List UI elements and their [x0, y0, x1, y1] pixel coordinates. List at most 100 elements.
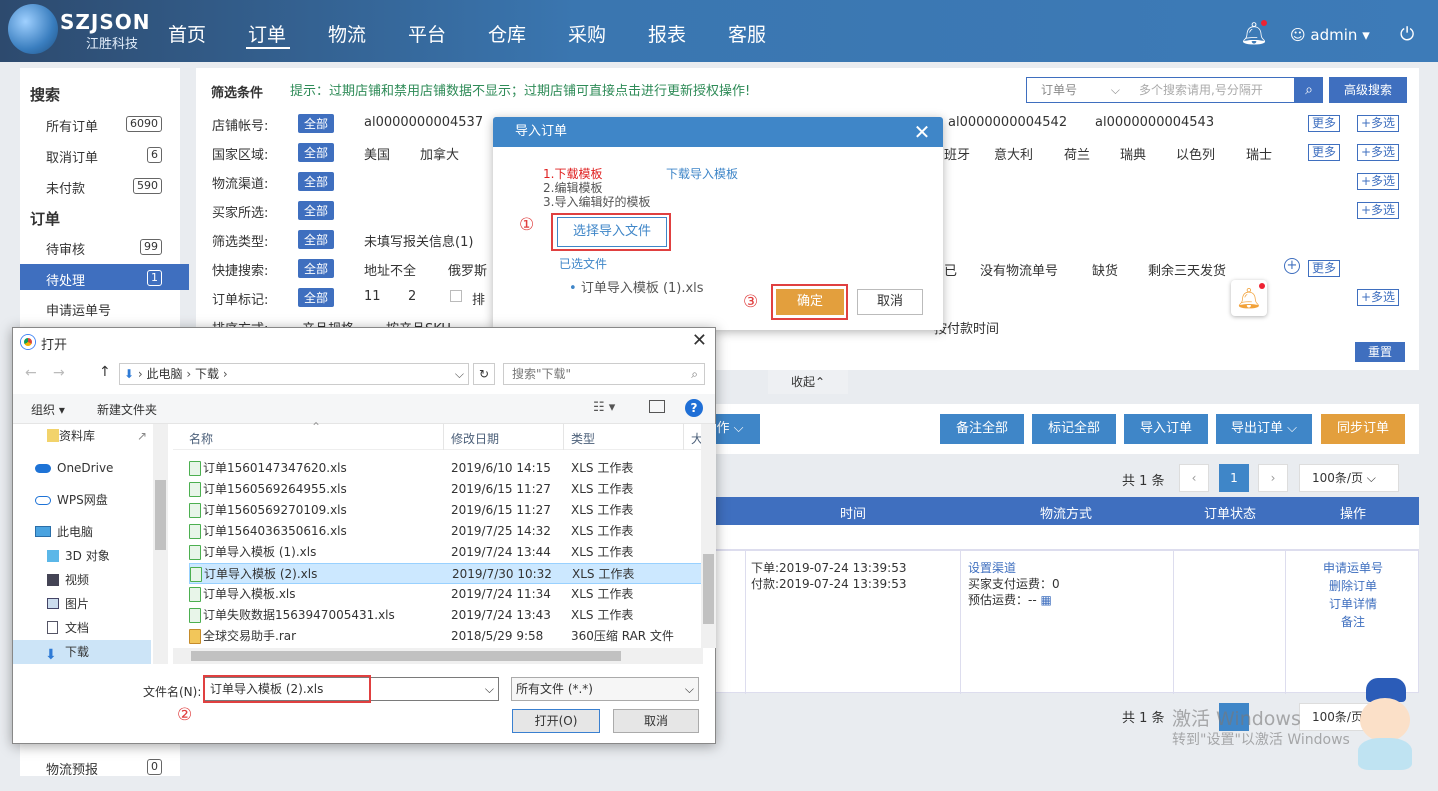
- nav-scrollbar[interactable]: [153, 424, 168, 664]
- download-template-link[interactable]: 下载导入模板: [666, 165, 738, 182]
- nav-wps-cloud[interactable]: WPS网盘: [13, 488, 153, 512]
- remark-all-button[interactable]: 备注全部: [940, 414, 1024, 444]
- breadcrumb-downloads[interactable]: 下载: [195, 367, 219, 381]
- filter-option[interactable]: 缺货: [1092, 260, 1118, 279]
- nav-home[interactable]: 首页: [168, 20, 206, 47]
- filter-all-buyer[interactable]: 全部: [298, 201, 335, 220]
- file-row[interactable]: 订单1560569270109.xls 2019/6/15 11:27 XLS 工作…: [189, 500, 707, 521]
- sidebar-item-all-orders[interactable]: 所有订单 6090: [46, 116, 180, 135]
- sidebar-item-cancelled[interactable]: 取消订单 6: [46, 147, 180, 166]
- power-icon[interactable]: ⏻: [1400, 24, 1414, 45]
- cancel-button[interactable]: 取消: [613, 709, 699, 733]
- apply-waybill-link[interactable]: 申请运单号: [1323, 559, 1383, 576]
- search-downloads-input[interactable]: 搜索"下载" ⌕: [503, 363, 705, 385]
- file-row[interactable]: 订单1564036350616.xls 2019/7/25 14:32 XLS 工作…: [189, 521, 707, 542]
- sidebar-item-to-process[interactable]: 待处理 1: [46, 270, 180, 289]
- sidebar-item-pending-review[interactable]: 待审核 99: [46, 239, 180, 258]
- more-button[interactable]: 更多: [1308, 260, 1341, 277]
- add-circle-icon[interactable]: +: [1284, 258, 1300, 274]
- view-options-icon[interactable]: ☷ ▾: [593, 400, 615, 415]
- filter-option[interactable]: 已: [944, 260, 957, 279]
- filter-all-channel[interactable]: 全部: [298, 172, 335, 191]
- nav-orders[interactable]: 订单: [248, 20, 286, 47]
- up-arrow-icon[interactable]: ↑: [99, 364, 111, 380]
- forward-arrow-icon[interactable]: →: [53, 365, 65, 381]
- confirm-button[interactable]: 确定: [776, 289, 844, 315]
- user-menu[interactable]: ☺ admin ▾: [1290, 26, 1370, 44]
- filter-option[interactable]: 美国: [364, 144, 390, 163]
- filter-option[interactable]: 2: [408, 289, 416, 304]
- filter-all-quick[interactable]: 全部: [298, 259, 335, 278]
- filter-all-mark[interactable]: 全部: [298, 288, 335, 307]
- order-details-link[interactable]: 订单详情: [1329, 595, 1377, 612]
- filter-option[interactable]: 瑞典: [1120, 144, 1146, 163]
- nav-service[interactable]: 客服: [728, 20, 766, 47]
- open-button[interactable]: 打开(O): [512, 709, 600, 733]
- address-bar[interactable]: ⬇ › 此电脑 › 下载 › ⌵: [119, 363, 469, 385]
- close-icon[interactable]: ✕: [911, 121, 933, 143]
- remark-link[interactable]: 备注: [1341, 613, 1365, 630]
- filetype-select[interactable]: 所有文件 (*.*) ⌵: [511, 677, 699, 701]
- collapse-button[interactable]: 收起⌃: [768, 370, 848, 394]
- next-page-button[interactable]: ›: [1258, 464, 1288, 492]
- file-row[interactable]: 订单导入模板.xls 2019/7/24 11:34 XLS 工作表: [189, 584, 707, 605]
- sync-orders-button[interactable]: 同步订单: [1321, 414, 1405, 444]
- more-button[interactable]: 更多: [1308, 115, 1341, 132]
- breadcrumb-this-pc[interactable]: 此电脑: [147, 367, 183, 381]
- filter-option[interactable]: 意大利: [994, 144, 1033, 163]
- reset-button[interactable]: 重置: [1355, 342, 1405, 362]
- chevron-down-icon[interactable]: ⌵: [455, 364, 464, 384]
- file-list-vscrollbar[interactable]: [701, 424, 716, 648]
- nav-downloads[interactable]: ⬇ 下载: [13, 640, 151, 664]
- cancel-button[interactable]: 取消: [857, 289, 923, 315]
- filter-option[interactable]: 地址不全: [364, 260, 416, 279]
- file-row[interactable]: 订单1560569264955.xls 2019/6/15 11:27 XLS 工作…: [189, 479, 707, 500]
- nav-purchase[interactable]: 采购: [568, 20, 606, 47]
- page-number[interactable]: 1: [1219, 464, 1249, 492]
- filter-option[interactable]: al0000000004537: [364, 115, 483, 130]
- filter-option[interactable]: 俄罗斯: [448, 260, 487, 279]
- nav-library[interactable]: 资料库 ↗: [13, 424, 153, 448]
- chevron-down-icon[interactable]: ⌵: [485, 678, 494, 700]
- page-size-select[interactable]: 100条/页 ⌵: [1299, 464, 1399, 492]
- filter-option[interactable]: 以色列: [1176, 144, 1215, 163]
- multi-select-button[interactable]: +多选: [1357, 202, 1400, 219]
- sidebar-item-logistics-forecast[interactable]: 物流预报 0: [46, 759, 180, 778]
- nav-onedrive[interactable]: OneDrive: [13, 456, 153, 480]
- filter-checkbox[interactable]: [450, 290, 462, 302]
- prev-page-button[interactable]: ‹: [1179, 464, 1209, 492]
- advanced-search-button[interactable]: 高级搜索: [1329, 77, 1407, 103]
- multi-select-button[interactable]: +多选: [1357, 144, 1400, 161]
- filter-all-shop[interactable]: 全部: [298, 114, 335, 133]
- filter-all-country[interactable]: 全部: [298, 143, 335, 162]
- multi-select-button[interactable]: +多选: [1357, 115, 1400, 132]
- filter-option[interactable]: 按付款时间: [934, 318, 999, 337]
- export-orders-button[interactable]: 导出订单 ⌵: [1216, 414, 1312, 444]
- multi-select-button[interactable]: +多选: [1357, 289, 1400, 306]
- bell-icon[interactable]: 🔔︎: [1240, 22, 1268, 47]
- filter-option[interactable]: 排: [472, 289, 485, 308]
- nav-reports[interactable]: 报表: [648, 20, 686, 47]
- search-button[interactable]: ⌕: [1295, 77, 1323, 103]
- set-channel-link[interactable]: 设置渠道: [968, 559, 1016, 576]
- search-input[interactable]: 多个搜索请用,号分隔开: [1125, 77, 1295, 103]
- close-icon[interactable]: ✕: [692, 330, 707, 351]
- nav-logistics[interactable]: 物流: [328, 20, 366, 47]
- refresh-icon[interactable]: ↻: [473, 363, 495, 385]
- filter-option[interactable]: 未填写报关信息(1): [364, 231, 473, 250]
- filter-option[interactable]: 荷兰: [1064, 144, 1090, 163]
- help-icon[interactable]: ?: [685, 399, 703, 417]
- file-row-selected[interactable]: 订单导入模板 (2).xls 2019/7/30 10:32 XLS 工作表: [189, 563, 707, 584]
- nav-this-pc[interactable]: 此电脑: [13, 520, 153, 544]
- file-row[interactable]: 订单导入模板 (1).xls 2019/7/24 13:44 XLS 工作表: [189, 542, 707, 563]
- back-arrow-icon[interactable]: ←: [25, 365, 37, 381]
- nav-pictures[interactable]: 图片: [13, 592, 153, 616]
- preview-pane-icon[interactable]: [649, 400, 665, 413]
- file-row[interactable]: 订单失败数据1563947005431.xls 2019/7/24 13:43 XL…: [189, 605, 707, 626]
- sidebar-item-unpaid[interactable]: 未付款 590: [46, 178, 180, 197]
- search-type-select[interactable]: 订单号 ⌵: [1026, 77, 1126, 103]
- nav-documents[interactable]: 文档: [13, 616, 153, 640]
- nav-videos[interactable]: 视频: [13, 568, 153, 592]
- import-orders-button[interactable]: 导入订单: [1124, 414, 1208, 444]
- nav-warehouse[interactable]: 仓库: [488, 20, 526, 47]
